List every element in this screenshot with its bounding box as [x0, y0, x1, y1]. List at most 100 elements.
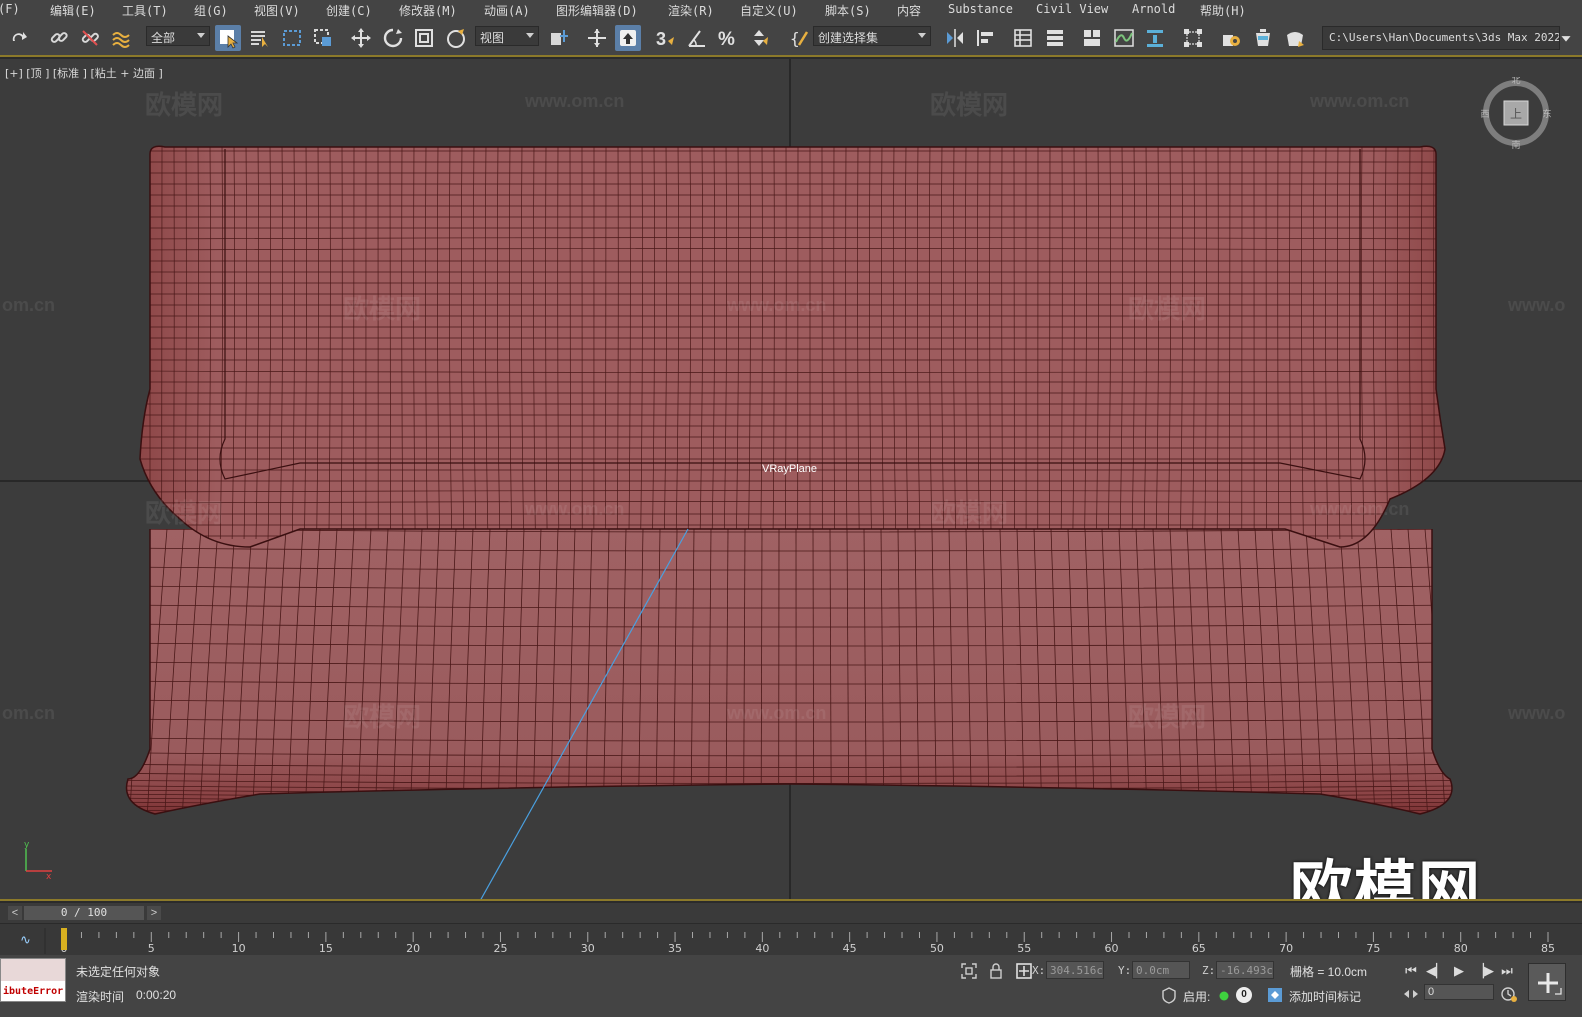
- menu-edit[interactable]: 编辑(E): [50, 2, 96, 19]
- chevron-down-icon: [918, 33, 926, 38]
- maxscript-listener[interactable]: ibuteError: [0, 958, 66, 1002]
- mirror-icon[interactable]: [942, 25, 968, 51]
- menu-file[interactable]: (F): [0, 2, 20, 16]
- viewcube-east[interactable]: 东: [1542, 108, 1551, 120]
- reference-coordinate-dropdown[interactable]: 视图: [475, 26, 539, 46]
- add-time-tag[interactable]: 添加时间标记: [1289, 988, 1361, 1005]
- viewport-top[interactable]: y x [+] [顶 ] [标准 ] [粘土 + 边面 ] 欧模网 www.om…: [0, 59, 1582, 901]
- curve-editor-toggle-icon[interactable]: ∿: [20, 933, 31, 948]
- menu-modifiers[interactable]: 修改器(M): [399, 2, 457, 19]
- chevron-down-icon: [526, 33, 534, 38]
- watermark: 欧模网: [145, 90, 224, 120]
- menu-scripting[interactable]: 脚本(S): [825, 2, 871, 19]
- current-frame-field[interactable]: 0: [1424, 984, 1494, 1000]
- rotate-icon[interactable]: [380, 25, 406, 51]
- menu-graph-editors[interactable]: 图形编辑器(D): [556, 2, 638, 19]
- menu-arnold[interactable]: Arnold: [1132, 2, 1175, 16]
- link-icon[interactable]: [46, 25, 72, 51]
- material-editor-icon[interactable]: [1180, 25, 1206, 51]
- key-mode-icon[interactable]: [1402, 985, 1420, 1003]
- bind-space-warp-icon[interactable]: [108, 25, 134, 51]
- previous-frame-icon[interactable]: ◀▏: [1426, 963, 1446, 979]
- sofa-back-mesh: [139, 145, 1446, 548]
- time-slider-counter[interactable]: 0 / 100: [24, 906, 144, 920]
- scale-icon[interactable]: [411, 25, 437, 51]
- window-crossing-icon[interactable]: [310, 25, 336, 51]
- object-name-label: VRayPlane: [762, 463, 818, 475]
- edit-named-selection-icon[interactable]: {: [786, 25, 812, 51]
- curve-editor-icon[interactable]: [1111, 25, 1137, 51]
- spinner-snap-icon[interactable]: [746, 25, 772, 51]
- selection-status: 未选定任何对象: [76, 965, 161, 979]
- y-coord-field[interactable]: 0.0cm: [1132, 961, 1190, 979]
- rectangular-selection-icon[interactable]: [279, 25, 305, 51]
- snaps-toggle-icon[interactable]: 3: [652, 25, 678, 51]
- viewcube[interactable]: 上 北 南 东 西: [1480, 75, 1552, 151]
- add-button[interactable]: [1528, 963, 1566, 1001]
- named-selection-dropdown[interactable]: 创建选择集: [813, 26, 931, 46]
- menu-substance[interactable]: Substance: [948, 2, 1013, 16]
- watermark: 欧模网: [1128, 294, 1207, 324]
- watermark: www.o: [1508, 703, 1566, 723]
- menu-create[interactable]: 创建(C): [326, 2, 372, 19]
- z-coord-field[interactable]: -16.493cm: [1216, 961, 1274, 979]
- viewcube-west[interactable]: 西: [1480, 109, 1489, 120]
- pivot-center-icon[interactable]: [546, 25, 572, 51]
- menu-customize[interactable]: 自定义(U): [740, 2, 798, 19]
- isolate-selection-icon[interactable]: [960, 962, 978, 980]
- move-icon[interactable]: [348, 25, 374, 51]
- track-bar[interactable]: ∿ 0510152025303540455055606570758085: [0, 923, 1582, 955]
- percent-snap-icon[interactable]: %: [715, 25, 741, 51]
- absolute-mode-icon[interactable]: [1015, 962, 1033, 980]
- time-configuration-icon[interactable]: [1500, 985, 1518, 1003]
- scene-explorer-icon[interactable]: [1010, 25, 1036, 51]
- enable-status-dot-icon[interactable]: [1215, 987, 1233, 1005]
- schematic-view-icon[interactable]: [1142, 25, 1168, 51]
- angle-snap-icon[interactable]: [684, 25, 710, 51]
- counter-badge[interactable]: 0: [1236, 987, 1252, 1003]
- redo-icon[interactable]: [6, 25, 32, 51]
- viewport-label[interactable]: [+] [顶 ] [标准 ] [粘土 + 边面 ]: [5, 65, 163, 81]
- unlink-icon[interactable]: [77, 25, 103, 51]
- next-frame-icon[interactable]: ▕▶: [1474, 963, 1494, 979]
- menu-animation[interactable]: 动画(A): [484, 2, 530, 19]
- menu-rendering[interactable]: 渲染(R): [668, 2, 714, 19]
- time-slider[interactable]: < 0 / 100 >: [0, 903, 1582, 923]
- render-production-icon[interactable]: [1282, 25, 1308, 51]
- select-object-icon[interactable]: [215, 25, 241, 51]
- layer-explorer-icon[interactable]: [1042, 25, 1068, 51]
- menu-civil-view[interactable]: Civil View: [1036, 2, 1108, 16]
- status-bar: ibuteError 未选定任何对象 渲染时间 0:00:20 X: 304.5…: [0, 955, 1582, 1017]
- lock-icon[interactable]: [987, 962, 1005, 980]
- viewcube-north[interactable]: 北: [1511, 75, 1520, 86]
- adaptive-degradation-icon[interactable]: [1160, 986, 1178, 1004]
- menu-tools[interactable]: 工具(T): [122, 2, 168, 19]
- rendered-frame-window-icon[interactable]: [1250, 25, 1276, 51]
- menu-help[interactable]: 帮助(H): [1200, 2, 1246, 19]
- time-tag-icon[interactable]: [1266, 986, 1284, 1004]
- keyboard-shortcut-override-icon[interactable]: [615, 25, 641, 51]
- go-to-end-icon[interactable]: ⏭: [1498, 963, 1516, 979]
- play-icon[interactable]: ▶: [1450, 963, 1468, 979]
- svg-text:%: %: [718, 29, 735, 49]
- go-to-start-icon[interactable]: ⏮: [1402, 963, 1420, 979]
- menu-group[interactable]: 组(G): [194, 2, 228, 19]
- menu-content[interactable]: 内容: [897, 2, 921, 19]
- ribbon-toggle-icon[interactable]: [1079, 25, 1105, 51]
- select-by-name-icon[interactable]: [247, 25, 273, 51]
- selection-filter-dropdown[interactable]: 全部: [146, 26, 210, 46]
- placement-icon[interactable]: [443, 25, 469, 51]
- timeline-tick-label: 35: [668, 942, 682, 955]
- select-manipulate-icon[interactable]: [584, 25, 610, 51]
- time-slider-prev-button[interactable]: <: [8, 906, 22, 920]
- viewcube-south[interactable]: 南: [1511, 139, 1520, 151]
- watermark: www.om.cn: [525, 91, 625, 111]
- project-path-field[interactable]: C:\Users\Han\Documents\3ds Max 2022: [1322, 26, 1560, 50]
- align-icon[interactable]: [972, 25, 998, 51]
- x-coord-field[interactable]: 304.516cm: [1046, 961, 1104, 979]
- time-slider-next-button[interactable]: >: [147, 906, 161, 920]
- time-slider-thumb[interactable]: [61, 928, 67, 950]
- render-setup-icon[interactable]: [1218, 25, 1244, 51]
- menu-views[interactable]: 视图(V): [254, 2, 300, 19]
- path-dropdown-chevron-icon[interactable]: [1556, 25, 1576, 51]
